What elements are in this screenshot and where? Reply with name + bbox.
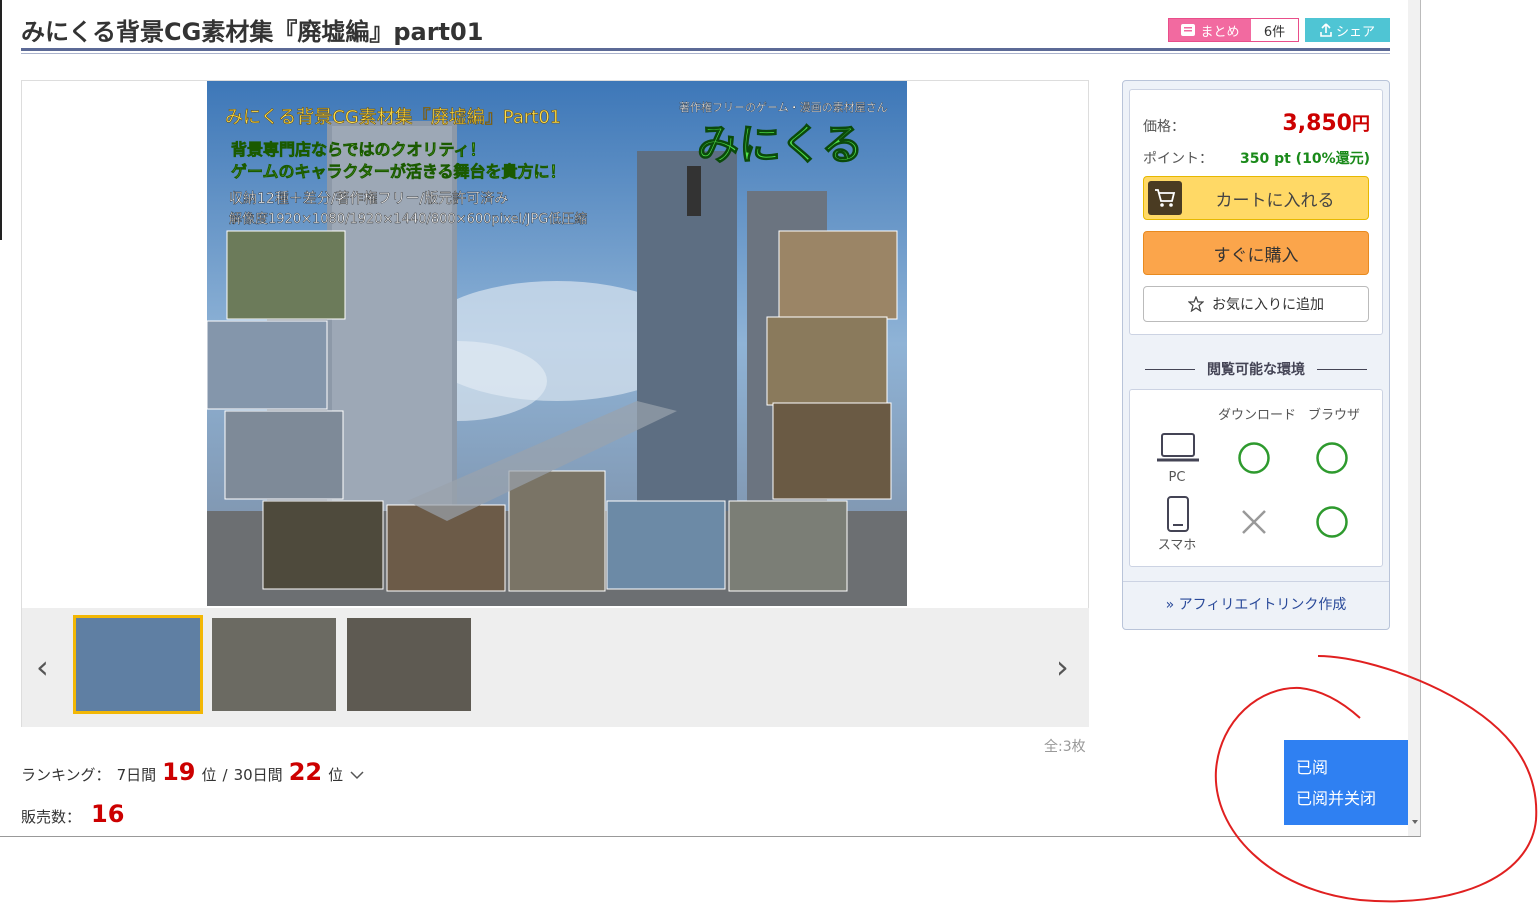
chevron-down-icon[interactable]	[349, 770, 365, 780]
phone-download-unavailable-icon	[1242, 510, 1266, 534]
add-favorite-label: お気に入りに追加	[1212, 297, 1324, 313]
sales-value: 16	[91, 800, 125, 828]
affiliate-label: アフィリエイトリンク作成	[1178, 597, 1347, 613]
image-gallery: みにくる背景CG素材集『廃墟編』Part01 背景専門店ならではのクオリティ！ …	[21, 80, 1089, 727]
price-amount: 3,850	[1282, 111, 1352, 136]
double-chevron-icon: »	[1165, 597, 1175, 613]
add-to-cart-label: カートに入れる	[1215, 190, 1335, 211]
point-label: ポイント：	[1143, 151, 1213, 167]
banner-tagline2: ゲームのキャラクターが活きる舞台を貴方に！	[231, 162, 566, 181]
smartphone-icon	[1167, 496, 1189, 532]
share-button[interactable]: シェア	[1305, 18, 1390, 42]
col-browser: ブラウザ	[1308, 408, 1361, 423]
pc-browser-ok-icon	[1316, 442, 1348, 474]
add-favorite-button[interactable]: お気に入りに追加	[1143, 286, 1369, 322]
title-divider	[21, 48, 1390, 51]
window-edge	[0, 0, 2, 240]
purchase-panel: 価格： 3,850円 ポイント： 350 pt (10%還元) カートに入れる …	[1122, 80, 1390, 630]
banner-tagline1: 背景専門店ならではのクオリティ！	[231, 140, 486, 159]
matome-button[interactable]: まとめ 6件	[1168, 18, 1299, 42]
col-download: ダウンロード	[1218, 408, 1297, 423]
buy-now-button[interactable]: すぐに購入	[1143, 231, 1369, 275]
ranking-7d-unit: 位	[201, 766, 217, 784]
price-box: 価格： 3,850円 ポイント： 350 pt (10%還元) カートに入れる …	[1129, 89, 1383, 335]
thumbnail-3[interactable]	[347, 618, 471, 711]
cart-icon	[1148, 181, 1182, 215]
price-unit: 円	[1352, 114, 1370, 135]
thumbnail-strip: ‹ ›	[22, 608, 1089, 727]
next-arrow-icon[interactable]: ›	[1056, 648, 1069, 686]
banner-spec1: 収納12種＋差分/著作権フリー/版元許可済み	[229, 190, 508, 207]
ranking-label: ランキング：	[21, 766, 111, 784]
matome-count: 6件	[1263, 24, 1286, 40]
ruined-city-artwork: みにくる背景CG素材集『廃墟編』Part01 背景専門店ならではのクオリティ！ …	[207, 81, 907, 606]
matome-label-box: まとめ	[1169, 19, 1251, 41]
ranking-separator: /	[222, 766, 228, 784]
environment-table: ダウンロード ブラウザ PC スマホ	[1129, 389, 1383, 567]
ranking-7d-label: 7日間	[116, 766, 157, 784]
ranking-30d-label: 30日間	[233, 766, 283, 784]
add-to-cart-button[interactable]: カートに入れる	[1143, 176, 1369, 220]
image-count: 全:3枚	[1044, 739, 1086, 755]
row-phone: スマホ	[1157, 538, 1197, 553]
ranking-30d-unit: 位	[328, 766, 344, 784]
title-divider-thin	[21, 53, 1390, 54]
sales-count: 販売数： 16	[21, 800, 124, 828]
banner-brand-logo: みにくる	[697, 120, 863, 169]
thumbnail-2[interactable]	[212, 618, 336, 711]
price-value: 3,850円	[1282, 110, 1370, 136]
book-icon	[1181, 24, 1196, 36]
environment-title: 閲覧可能な環境	[1207, 362, 1305, 378]
affiliate-link[interactable]: » アフィリエイトリンク作成	[1123, 581, 1389, 614]
banner-title: みにくる背景CG素材集『廃墟編』Part01	[225, 107, 561, 128]
page-title: みにくる背景CG素材集『廃墟編』part01	[21, 18, 484, 46]
banner-brand-sub: 著作権フリーのゲーム・漫画の素材屋さん	[679, 100, 888, 114]
share-label: シェア	[1335, 24, 1375, 40]
star-icon	[1188, 296, 1204, 312]
environment-heading: 閲覧可能な環境	[1123, 359, 1389, 379]
main-product-image[interactable]: みにくる背景CG素材集『廃墟編』Part01 背景専門店ならではのクオリティ！ …	[207, 81, 907, 606]
heading-line-right	[1317, 368, 1367, 370]
heading-line-left	[1145, 368, 1195, 370]
point-value: 350 pt (10%還元)	[1240, 151, 1370, 167]
ranking-7d-value: 19	[162, 758, 196, 786]
ranking-30d-value: 22	[288, 758, 323, 786]
sales-label: 販売数：	[21, 808, 82, 826]
banner-spec2: 解像度1920×1080/1920×1440/800×600pixel/JPG低…	[229, 211, 587, 227]
row-pc: PC	[1168, 470, 1186, 485]
phone-browser-ok-icon	[1316, 506, 1348, 538]
ranking: ランキング： 7日間 19 位 / 30日間 22 位	[21, 758, 365, 786]
pc-download-ok-icon	[1238, 442, 1270, 474]
thumbnail-1[interactable]	[73, 615, 203, 714]
upload-icon	[1320, 23, 1332, 37]
price-label: 価格：	[1143, 119, 1185, 135]
matome-label: まとめ	[1200, 24, 1240, 40]
laptop-icon	[1157, 433, 1199, 462]
prev-arrow-icon[interactable]: ‹	[36, 648, 49, 686]
red-circle-annotation	[1214, 655, 1538, 903]
